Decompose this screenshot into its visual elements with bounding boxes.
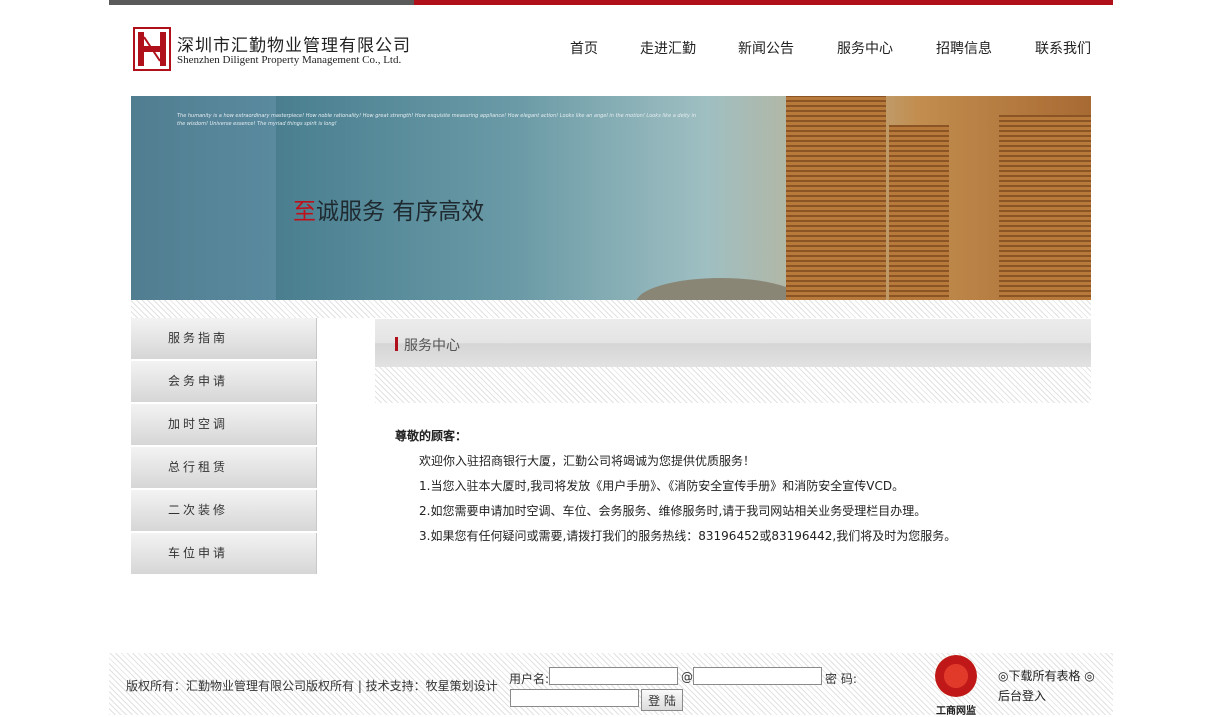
banner-slogan: 至诚服务 有序高效: [293, 192, 484, 226]
nav-service[interactable]: 服务中心: [837, 38, 893, 58]
download-forms-link[interactable]: ◎下载所有表格 ◎: [998, 666, 1095, 686]
business-badge[interactable]: 工商网监: [932, 655, 980, 717]
article-paragraph: 1.当您入驻本大厦时,我司将发放《用户手册》、《消防安全宣传手册》和消防安全宣传…: [419, 479, 905, 493]
article-paragraph: 2.如您需要申请加时空调、车位、会务服务、维修服务时,请于我司网站相关业务受理栏…: [419, 504, 927, 518]
username-label: 用户名:: [509, 672, 550, 686]
article-greeting: 尊敬的顾客：: [395, 429, 468, 443]
password-label: 密 码:: [825, 672, 857, 686]
footer-copyright: 版权所有：汇勤物业管理有限公司版权所有 | 技术支持：牧星策划设计: [126, 679, 498, 693]
sidebar-item-extra-ac[interactable]: 加时空调: [131, 404, 317, 445]
service-article: 尊敬的顾客： 欢迎你入驻招商银行大厦，汇勤公司将竭诚为您提供优质服务！ 1.当您…: [395, 427, 1095, 552]
banner-building: [889, 125, 949, 300]
top-accent-bar: [109, 0, 1113, 5]
login-button[interactable]: 登 陆: [641, 689, 683, 711]
sidebar-item-meeting-request[interactable]: 会务申请: [131, 361, 317, 402]
article-paragraph: 欢迎你入驻招商银行大厦，汇勤公司将竭诚为您提供优质服务！: [419, 454, 756, 468]
hero-banner: The humanity is a how extraordinary mast…: [131, 96, 1091, 300]
nav-about[interactable]: 走进汇勤: [640, 38, 696, 58]
service-sidebar: 服务指南 会务申请 加时空调 总行租赁 二次装修 车位申请: [131, 318, 317, 576]
sidebar-item-renovation[interactable]: 二次装修: [131, 490, 317, 531]
footer-links: ◎下载所有表格 ◎ 后台登入: [998, 666, 1095, 706]
section-header-marker: [395, 337, 398, 351]
sidebar-item-service-guide[interactable]: 服务指南: [131, 318, 317, 359]
at-symbol: @: [681, 670, 693, 684]
article-paragraph: 3.如果您有任何疑问或需要,请拨打我们的服务热线：83196452或831964…: [419, 529, 957, 543]
sidebar-item-parking[interactable]: 车位申请: [131, 533, 317, 574]
sidebar-item-leasing[interactable]: 总行租赁: [131, 447, 317, 488]
banner-tagline: The humanity is a how extraordinary mast…: [177, 113, 697, 127]
banner-stripe-band: [131, 300, 1091, 318]
admin-login-link[interactable]: 后台登入: [998, 686, 1095, 706]
banner-building: [786, 96, 886, 300]
username-input[interactable]: [549, 667, 678, 685]
section-header: 服务中心: [375, 319, 1091, 367]
domain-input[interactable]: [693, 667, 822, 685]
password-input[interactable]: [510, 689, 639, 707]
nav-jobs[interactable]: 招聘信息: [936, 38, 992, 58]
banner-slogan-highlight: 至: [293, 199, 316, 225]
footer: 版权所有：汇勤物业管理有限公司版权所有 | 技术支持：牧星策划设计 用户名: @…: [109, 653, 1113, 717]
nav-news[interactable]: 新闻公告: [738, 38, 794, 58]
main-nav: 首页 走进汇勤 新闻公告 服务中心 招聘信息 联系我们: [0, 38, 1222, 58]
top-accent-dark: [109, 0, 414, 5]
banner-building: [999, 115, 1091, 300]
nav-contact[interactable]: 联系我们: [1035, 38, 1091, 58]
section-stripe-band: [375, 367, 1091, 403]
banner-slogan-rest: 诚服务 有序高效: [316, 199, 485, 225]
banner-hill: [636, 278, 806, 300]
top-accent-red: [414, 0, 1113, 5]
nav-home[interactable]: 首页: [570, 38, 598, 58]
section-title: 服务中心: [404, 338, 460, 354]
police-badge-icon: [935, 655, 977, 697]
